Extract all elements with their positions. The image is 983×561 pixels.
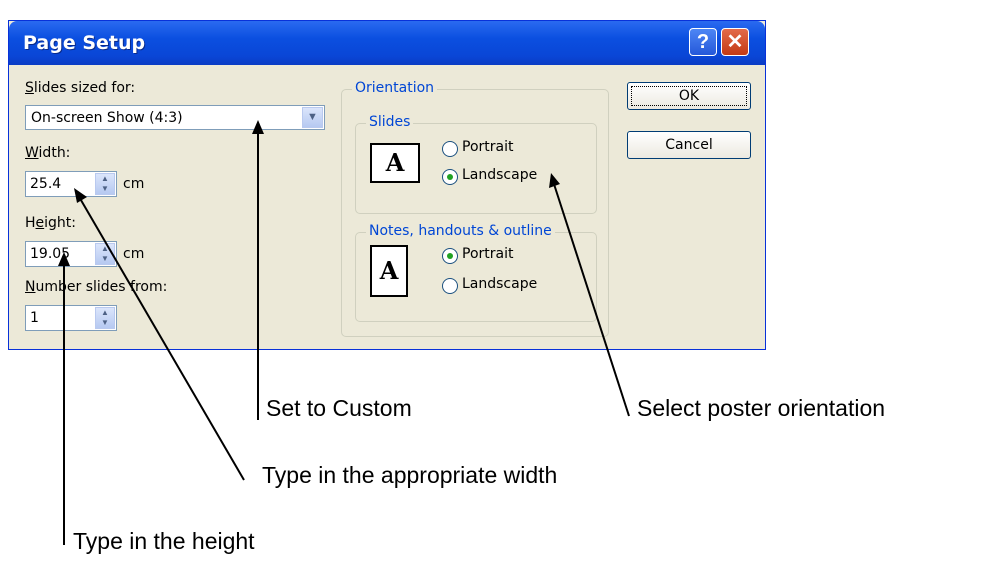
- annotation-height: Type in the height: [73, 528, 255, 554]
- annotation-width: Type in the appropriate width: [262, 462, 558, 488]
- annotation-set-custom: Set to Custom: [266, 395, 412, 421]
- arrowhead-icon: [549, 173, 560, 188]
- arrow-orientation-line: [552, 180, 630, 417]
- annotation-orientation: Select poster orientation: [637, 395, 886, 421]
- arrowhead-icon: [252, 120, 264, 134]
- arrow-width-line: [77, 194, 245, 481]
- arrowhead-icon: [58, 252, 70, 266]
- arrowhead-icon: [74, 188, 87, 203]
